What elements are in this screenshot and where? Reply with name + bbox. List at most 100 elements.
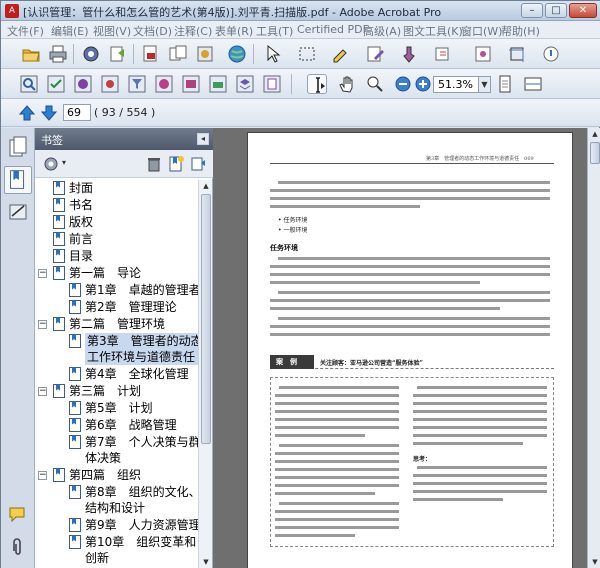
- bookmark-item[interactable]: 版权: [35, 214, 199, 231]
- bookmark-item[interactable]: − 第一篇 导论: [35, 265, 199, 282]
- bookmark-item[interactable]: 书名: [35, 197, 199, 214]
- expand-bookmark-icon[interactable]: [189, 155, 207, 173]
- collapse-panel-button[interactable]: ◂: [197, 133, 209, 145]
- collapse-toggle-icon[interactable]: −: [38, 387, 47, 396]
- open-folder-icon[interactable]: [21, 44, 41, 64]
- bookmark-item[interactable]: 第1章 卓越的管理者: [35, 282, 199, 299]
- touchup-icon[interactable]: [399, 44, 419, 64]
- organizer-icon[interactable]: [81, 44, 101, 64]
- delete-bookmark-icon[interactable]: [145, 155, 163, 173]
- doc-scroll-up-icon[interactable]: ▲: [588, 128, 600, 140]
- attachments-panel-icon[interactable]: [8, 536, 28, 558]
- bookmark-item[interactable]: 第2章 管理理论: [35, 299, 199, 316]
- zoom-in-icon[interactable]: [413, 74, 433, 94]
- document-tools-icon[interactable]: [473, 44, 493, 64]
- hand-tool-icon[interactable]: [337, 74, 357, 94]
- combine-icon[interactable]: [168, 44, 188, 64]
- minimize-button[interactable]: –: [521, 3, 543, 18]
- bookmark-item[interactable]: 第10章 组织变革和 创新: [35, 534, 199, 567]
- bookmark-item[interactable]: 第7章 个人决策与群 体决策: [35, 434, 199, 467]
- crop-tool-icon[interactable]: [507, 44, 527, 64]
- settings-gear-icon[interactable]: [100, 74, 120, 94]
- bookmarks-scroll-thumb[interactable]: [201, 194, 211, 444]
- scroll-up-icon[interactable]: ▲: [199, 180, 213, 192]
- bookmark-item[interactable]: 第5章 计划: [35, 400, 199, 417]
- collapse-toggle-icon[interactable]: −: [38, 471, 47, 480]
- menu-file[interactable]: 文件(F): [7, 23, 44, 39]
- document-view[interactable]: 第3章 管理者的动态工作环境与道德责任 069 • 任务环境 • 一般环境 任务…: [213, 128, 587, 568]
- menu-tools[interactable]: 工具(T): [256, 23, 293, 39]
- bookmark-item[interactable]: 目录: [35, 248, 199, 265]
- current-page-input[interactable]: 69: [63, 104, 91, 121]
- menu-help[interactable]: 帮助(H): [501, 23, 540, 39]
- document-scrollbar[interactable]: ▲ ▼: [587, 128, 600, 568]
- menu-advanced[interactable]: 高级(A): [363, 23, 401, 39]
- comments-panel-icon[interactable]: [8, 504, 28, 526]
- close-button[interactable]: ✕: [569, 3, 597, 18]
- zoom-dropdown-icon[interactable]: ▼: [479, 76, 491, 93]
- layers-icon[interactable]: [235, 74, 255, 94]
- bookmark-item[interactable]: 第6章 战略管理: [35, 417, 199, 434]
- print-icon[interactable]: [48, 44, 68, 64]
- bookmark-icon: [53, 317, 65, 331]
- bookmark-item[interactable]: 前言: [35, 231, 199, 248]
- menu-certified-pdf[interactable]: Certified PDF: [297, 23, 369, 36]
- zoom-level-input[interactable]: 51.3%: [433, 76, 479, 93]
- color-icon[interactable]: [154, 74, 174, 94]
- annotation-tool-icon[interactable]: [433, 44, 453, 64]
- scroll-down-icon[interactable]: ▼: [199, 556, 213, 568]
- zoom-out-icon[interactable]: [393, 74, 413, 94]
- options-dropdown-icon[interactable]: ▾: [62, 158, 66, 167]
- menu-edit[interactable]: 编辑(E): [51, 23, 89, 39]
- page-setup-icon[interactable]: [262, 74, 282, 94]
- fit-width-icon[interactable]: [523, 74, 543, 94]
- bookmarks-scrollbar[interactable]: ▲ ▼: [198, 180, 212, 568]
- collapse-toggle-icon[interactable]: −: [38, 320, 47, 329]
- bookmark-item[interactable]: 第8章 组织的文化、 结构和设计: [35, 484, 199, 517]
- bookmarks-panel-icon[interactable]: [4, 166, 32, 194]
- new-bookmark-icon[interactable]: [167, 155, 185, 173]
- bookmark-item[interactable]: 第3章 管理者的动态 工作环境与道德责任: [35, 333, 199, 366]
- case-title: 关注顾客：亚马逊公司营造“服务体验”: [320, 360, 423, 367]
- select-arrow-icon[interactable]: [263, 44, 283, 64]
- fit-page-icon[interactable]: [495, 74, 515, 94]
- export-icon[interactable]: [108, 44, 128, 64]
- help-info-icon[interactable]: [541, 44, 561, 64]
- marquee-select-icon[interactable]: [297, 44, 317, 64]
- globe-icon[interactable]: [227, 44, 247, 64]
- collapse-toggle-icon[interactable]: −: [38, 269, 47, 278]
- next-page-icon[interactable]: [39, 103, 59, 123]
- bookmark-item[interactable]: 第9章 人力资源管理: [35, 517, 199, 534]
- collaborate-icon[interactable]: [195, 44, 215, 64]
- menu-document[interactable]: 文档(D): [133, 23, 172, 39]
- document-scroll-thumb[interactable]: [590, 142, 600, 164]
- pages-panel-icon[interactable]: [8, 136, 28, 158]
- bookmark-item[interactable]: − 第三篇 计划: [35, 383, 199, 400]
- maximize-button[interactable]: □: [545, 3, 567, 18]
- doc-scroll-down-icon[interactable]: ▼: [588, 556, 600, 568]
- edit-document-icon[interactable]: [365, 44, 385, 64]
- bookmark-item[interactable]: 第4章 全球化管理: [35, 366, 199, 383]
- menu-view[interactable]: 视图(V): [93, 23, 131, 39]
- bookmark-item[interactable]: − 第二篇 管理环境: [35, 316, 199, 333]
- find-icon[interactable]: [19, 74, 39, 94]
- sign-icon[interactable]: [331, 44, 351, 64]
- title-bar[interactable]: A [认识管理：管什么和怎么管的艺术(第4版)].刘平青.扫描版.pdf - A…: [1, 1, 600, 21]
- bookmark-item[interactable]: 封面: [35, 180, 199, 197]
- text-select-cursor-icon[interactable]: [307, 74, 327, 94]
- menu-forms[interactable]: 表单(R): [215, 23, 253, 39]
- signatures-panel-icon[interactable]: [8, 202, 28, 224]
- print-production-icon[interactable]: [208, 74, 228, 94]
- previous-page-icon[interactable]: [17, 103, 37, 123]
- zoom-tool-icon[interactable]: [365, 74, 385, 94]
- menu-comments[interactable]: 注释(C): [174, 23, 212, 39]
- create-pdf-icon[interactable]: [141, 44, 161, 64]
- check-icon[interactable]: [46, 74, 66, 94]
- menu-window[interactable]: 窗口(W): [461, 23, 502, 39]
- options-gear-icon[interactable]: [41, 154, 61, 174]
- output-preview-icon[interactable]: [181, 74, 201, 94]
- preflight-icon[interactable]: [73, 74, 93, 94]
- filter-icon[interactable]: [127, 74, 147, 94]
- menu-image-tools[interactable]: 图文工具(K): [403, 23, 463, 39]
- bookmark-item[interactable]: − 第四篇 组织: [35, 467, 199, 484]
